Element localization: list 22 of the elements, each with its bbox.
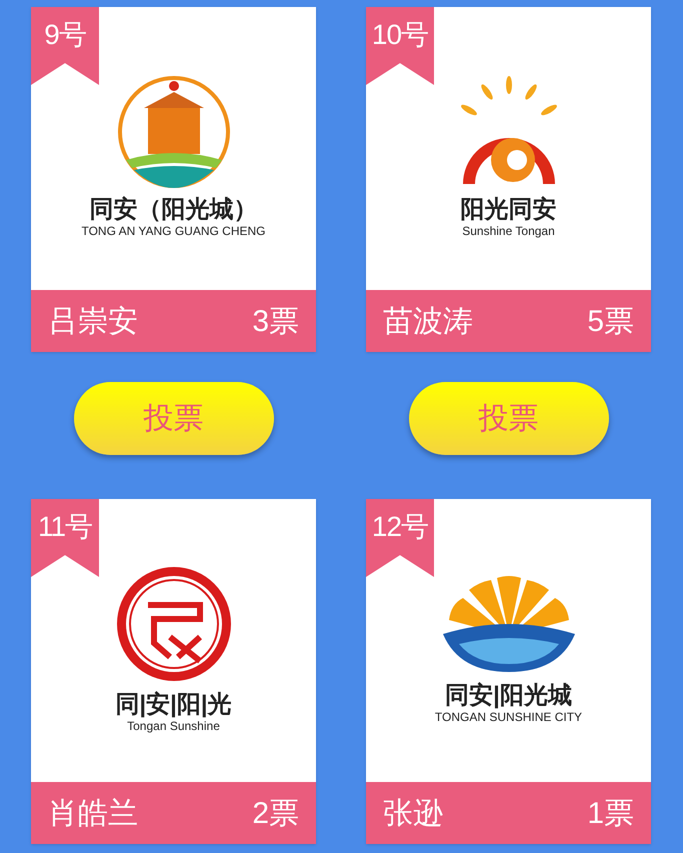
candidate-name: 苗波涛 xyxy=(383,304,473,340)
candidate-name: 吕崇安 xyxy=(48,304,138,340)
logo-title: 同安|阳光城 xyxy=(445,682,572,710)
candidate-name: 张逊 xyxy=(383,796,443,832)
entry-number: 11号 xyxy=(38,510,92,544)
logo-title: 同|安|阳|光 xyxy=(115,690,232,718)
logo-title: 同安（阳光城） xyxy=(90,196,258,224)
logo-subtitle: Tongan Sunshine xyxy=(127,718,220,732)
entry-number: 9号 xyxy=(44,18,86,52)
vote-count: 5票 xyxy=(587,304,634,340)
logo-title: 阳光同安 xyxy=(460,196,556,224)
entry-number: 10号 xyxy=(372,18,428,52)
vote-button[interactable]: 投票 xyxy=(408,382,608,455)
logo-subtitle: TONGAN SUNSHINE CITY xyxy=(434,710,582,724)
logo-subtitle: TONG AN YANG GUANG CHENG xyxy=(81,224,266,238)
vote-count: 2票 xyxy=(252,796,299,832)
logo-subtitle: Sunshine Tongan xyxy=(462,224,555,238)
vote-count: 1票 xyxy=(587,796,634,832)
candidate-name: 肖皓兰 xyxy=(48,796,138,832)
vote-button[interactable]: 投票 xyxy=(74,382,274,455)
vote-count: 3票 xyxy=(252,304,299,340)
entry-number: 12号 xyxy=(372,510,428,544)
